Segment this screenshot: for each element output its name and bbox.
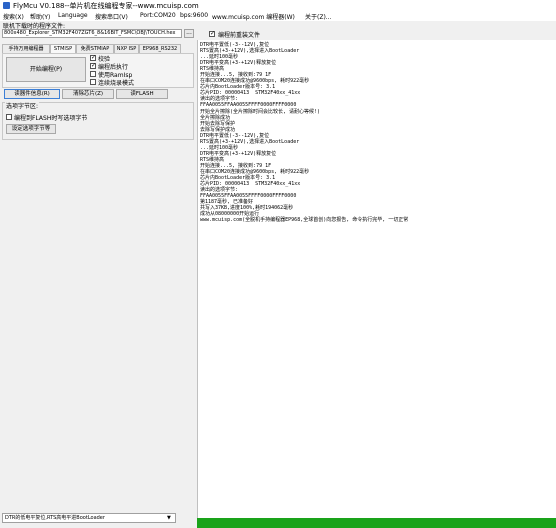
log-output[interactable]: DTR电平置低(-3--12V),复位 RTS置高(+3-+12V),选择进入Bo… (197, 40, 556, 518)
continuous-mode-checkbox[interactable] (90, 79, 96, 85)
menu-about[interactable]: 关于(Z)... (305, 12, 332, 21)
chevron-down-icon[interactable]: ▼ (167, 515, 171, 521)
verify-checkbox[interactable] (90, 54, 96, 61)
tab-handheld[interactable]: 手持万用编程器 (2, 44, 50, 53)
log-line: www.mcuisp.com(全脱机手持编程器EP968,全球首创)向您报告, … (200, 217, 409, 224)
continuous-mode-label: 连续烧录模式 (98, 80, 135, 87)
read-flash-button[interactable]: 读FLASH (116, 89, 168, 99)
tab-stmisp[interactable]: STMISP (50, 44, 76, 53)
log-lines: DTR电平置低(-3--12V),复位 RTS置高(+3-+12V),选择进入Bo… (198, 40, 556, 223)
menu-port[interactable]: Port:COM20 (140, 12, 176, 19)
option-bytes-title: 选项字节区: (5, 101, 40, 110)
menu-search-port[interactable]: 搜索串口(V) (95, 12, 128, 21)
browse-button[interactable]: ... (184, 29, 194, 38)
read-device-info-button[interactable]: 读器件信息(R) (4, 89, 60, 99)
menu-bps[interactable]: bps:9600 (180, 12, 208, 19)
file-path-input[interactable]: 800x480_Explorer_STM32F407ZGT6_8&16BIT_F… (2, 29, 182, 38)
menu-search[interactable]: 搜索(X) (3, 12, 24, 21)
run-after-program-checkbox[interactable] (90, 62, 96, 69)
start-program-button[interactable]: 开始编程(P) (6, 57, 86, 82)
tab-nxp-isp[interactable]: NXP ISP (114, 44, 139, 53)
menu-help[interactable]: 帮助(Y) (30, 12, 50, 21)
window-title: FlyMcu V0.188--单片机在线编程专家--www.mcuisp.com (13, 2, 199, 10)
menu-language[interactable]: Language (58, 12, 88, 19)
reload-file-label: 编程前重装文件 (218, 32, 261, 39)
write-option-bytes-label: 编程到FLASH时写选项字节 (14, 115, 88, 122)
menu-programmer[interactable]: www.mcuisp.com 编程器(W) (212, 12, 295, 21)
reload-file-checkbox[interactable] (209, 30, 215, 37)
progress-bar-fill (197, 518, 556, 528)
tab-stmiap[interactable]: 免费STMIAP (76, 44, 114, 53)
erase-chip-button[interactable]: 清除芯片(Z) (62, 89, 114, 99)
app-icon (3, 2, 10, 9)
menu-bar: 搜索(X) 帮助(Y) Language 搜索串口(V) Port:COM20 … (0, 11, 556, 21)
use-ramisp-checkbox[interactable] (90, 71, 96, 77)
title-bar: FlyMcu V0.188--单片机在线编程专家--www.mcuisp.com (0, 0, 556, 11)
reset-mode-select[interactable]: DTR的低电平复位,RTS高电平进BootLoader (2, 513, 176, 523)
write-option-bytes-checkbox[interactable] (6, 114, 12, 120)
set-option-bytes-button[interactable]: 设定选项字节等 (6, 124, 56, 134)
tab-ep968[interactable]: EP968_RS232 (139, 44, 181, 53)
